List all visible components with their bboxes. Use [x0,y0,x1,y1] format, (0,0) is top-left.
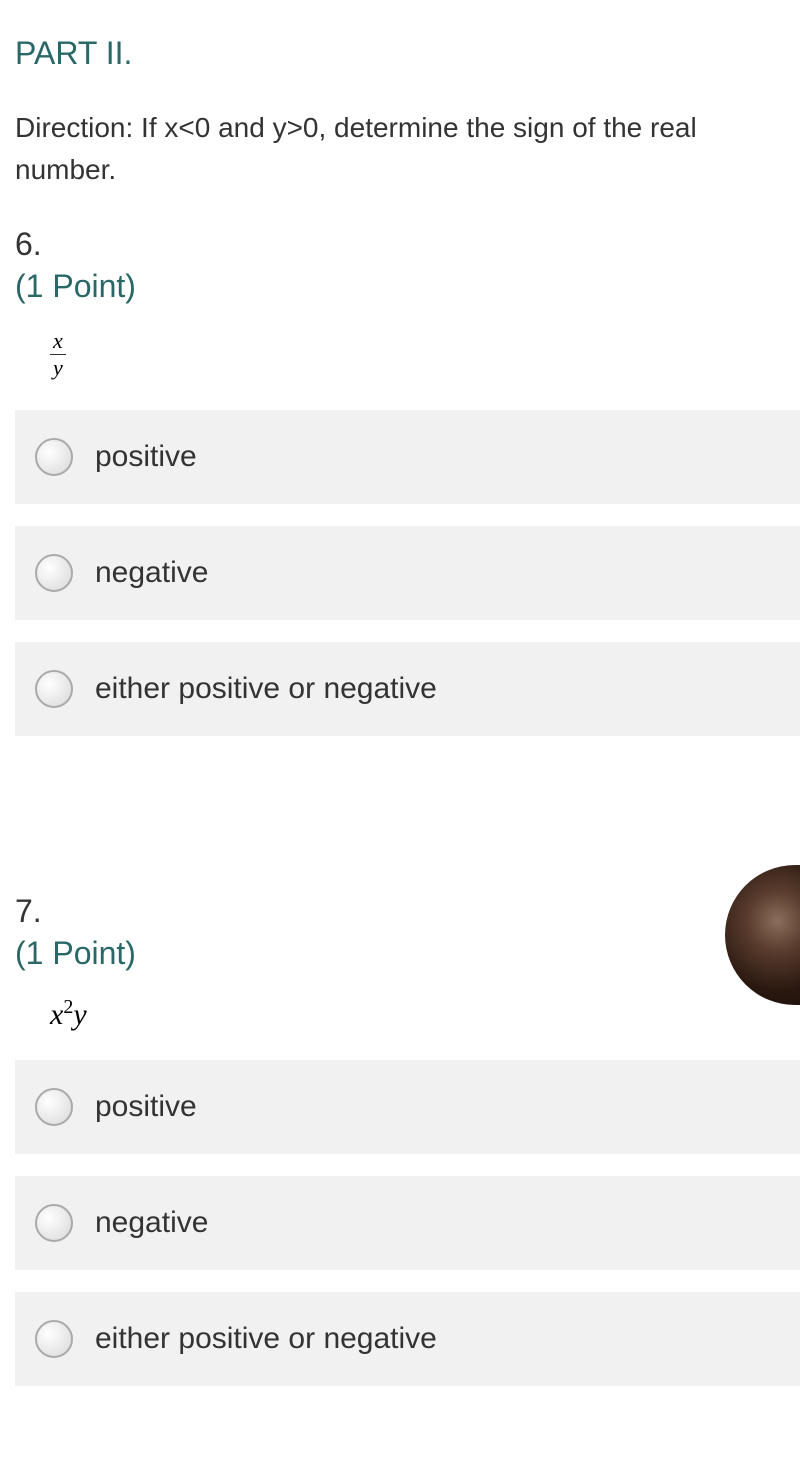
radio-icon [35,1204,73,1242]
option-either[interactable]: either positive or negative [15,1292,800,1386]
option-label: positive [95,1090,197,1124]
option-label: either positive or negative [95,1322,437,1356]
question-number: 6. [15,226,800,263]
part-heading: PART II. [0,0,800,72]
question-7: 7. (1 Point) x2y [0,858,800,1060]
radio-icon [35,1088,73,1126]
radio-icon [35,1320,73,1358]
option-positive[interactable]: positive [15,1060,800,1154]
radio-icon [35,438,73,476]
option-label: negative [95,556,208,590]
question-6-options: positive negative either positive or neg… [0,410,800,736]
points-label: (1 Point) [15,268,800,305]
option-positive[interactable]: positive [15,410,800,504]
direction-text: Direction: If x<0 and y>0, determine the… [0,72,800,191]
fraction-numerator: x [50,330,66,355]
option-either[interactable]: either positive or negative [15,642,800,736]
radio-icon [35,554,73,592]
question-expression: x2y [15,972,800,1060]
points-label: (1 Point) [15,935,800,972]
option-label: either positive or negative [95,672,437,706]
question-6: 6. (1 Point) x y [0,191,800,410]
option-label: positive [95,440,197,474]
fraction-denominator: y [50,355,66,379]
radio-icon [35,670,73,708]
fraction-expression: x y [50,330,66,379]
question-7-options: positive negative either positive or neg… [0,1060,800,1386]
polynomial-expression: x2y [50,998,87,1031]
question-expression: x y [15,305,800,410]
option-negative[interactable]: negative [15,526,800,620]
option-label: negative [95,1206,208,1240]
option-negative[interactable]: negative [15,1176,800,1270]
question-number: 7. [15,893,800,930]
